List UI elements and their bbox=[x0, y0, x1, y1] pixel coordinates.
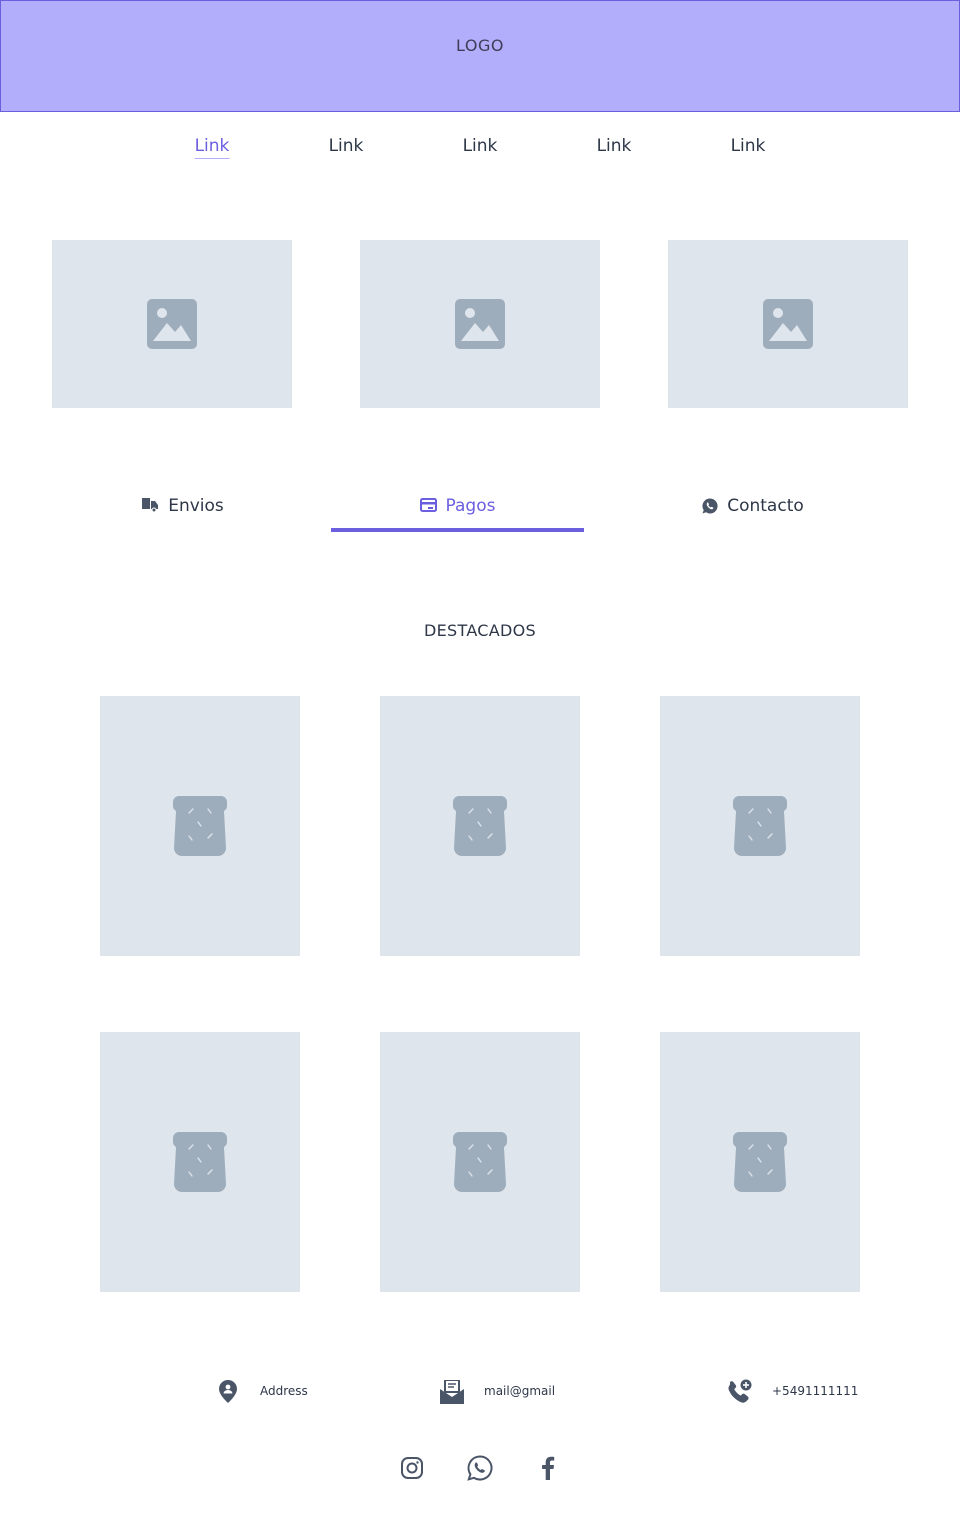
tab-label: Pagos bbox=[445, 496, 496, 516]
tab-envios[interactable]: Envios bbox=[60, 492, 306, 532]
social-links bbox=[0, 1452, 960, 1484]
address-text: Address bbox=[260, 1384, 308, 1398]
tab-label: Contacto bbox=[727, 496, 804, 516]
whatsapp-icon bbox=[702, 498, 718, 514]
product-card[interactable] bbox=[100, 696, 300, 956]
image-gallery bbox=[0, 240, 960, 408]
phone-text[interactable]: +5491111111 bbox=[772, 1384, 858, 1398]
whatsapp-icon bbox=[467, 1455, 493, 1481]
bread-icon bbox=[453, 1132, 507, 1192]
location-pin-icon bbox=[219, 1380, 237, 1403]
image-placeholder-icon bbox=[455, 299, 505, 349]
product-card[interactable] bbox=[660, 696, 860, 956]
bread-icon bbox=[173, 1132, 227, 1192]
product-card[interactable] bbox=[660, 1032, 860, 1292]
gallery-image bbox=[360, 240, 600, 408]
gallery-image bbox=[668, 240, 908, 408]
tab-label: Envios bbox=[168, 496, 224, 516]
email-text[interactable]: mail@gmail bbox=[484, 1384, 555, 1398]
credit-card-icon bbox=[419, 498, 437, 512]
nav-link-1[interactable]: Link bbox=[194, 136, 230, 159]
featured-products bbox=[0, 696, 960, 1296]
bread-icon bbox=[733, 796, 787, 856]
contact-phone[interactable]: +5491111111 bbox=[727, 1374, 867, 1410]
instagram-icon bbox=[401, 1457, 423, 1479]
info-tabs: Envios Pagos Contacto bbox=[0, 492, 960, 534]
nav-link-4[interactable]: Link bbox=[597, 136, 632, 158]
logo[interactable]: LOGO bbox=[456, 36, 504, 55]
bread-icon bbox=[173, 796, 227, 856]
bread-icon bbox=[733, 1132, 787, 1192]
product-card[interactable] bbox=[100, 1032, 300, 1292]
instagram-link[interactable] bbox=[396, 1452, 428, 1484]
bread-icon bbox=[453, 796, 507, 856]
phone-add-icon bbox=[728, 1379, 752, 1403]
nav-link-2[interactable]: Link bbox=[329, 136, 364, 158]
facebook-icon bbox=[542, 1456, 555, 1480]
header: LOGO bbox=[0, 0, 960, 112]
featured-title: DESTACADOS bbox=[424, 621, 536, 640]
contact-address: Address bbox=[218, 1374, 338, 1410]
tab-contacto[interactable]: Contacto bbox=[630, 492, 876, 532]
facebook-link[interactable] bbox=[532, 1452, 564, 1484]
gallery-image bbox=[52, 240, 292, 408]
product-card[interactable] bbox=[380, 696, 580, 956]
tab-pagos[interactable]: Pagos bbox=[331, 492, 584, 532]
nav-link-3[interactable]: Link bbox=[463, 136, 498, 158]
image-placeholder-icon bbox=[147, 299, 197, 349]
contact-email[interactable]: mail@gmail bbox=[440, 1374, 580, 1410]
whatsapp-link[interactable] bbox=[464, 1452, 496, 1484]
contact-info: Address mail@gmail +5491111111 bbox=[0, 1374, 960, 1410]
mail-icon bbox=[440, 1380, 464, 1404]
truck-icon bbox=[142, 498, 159, 512]
nav-link-5[interactable]: Link bbox=[731, 136, 766, 158]
main-nav: Link Link Link Link Link bbox=[0, 136, 960, 162]
product-card[interactable] bbox=[380, 1032, 580, 1292]
image-placeholder-icon bbox=[763, 299, 813, 349]
